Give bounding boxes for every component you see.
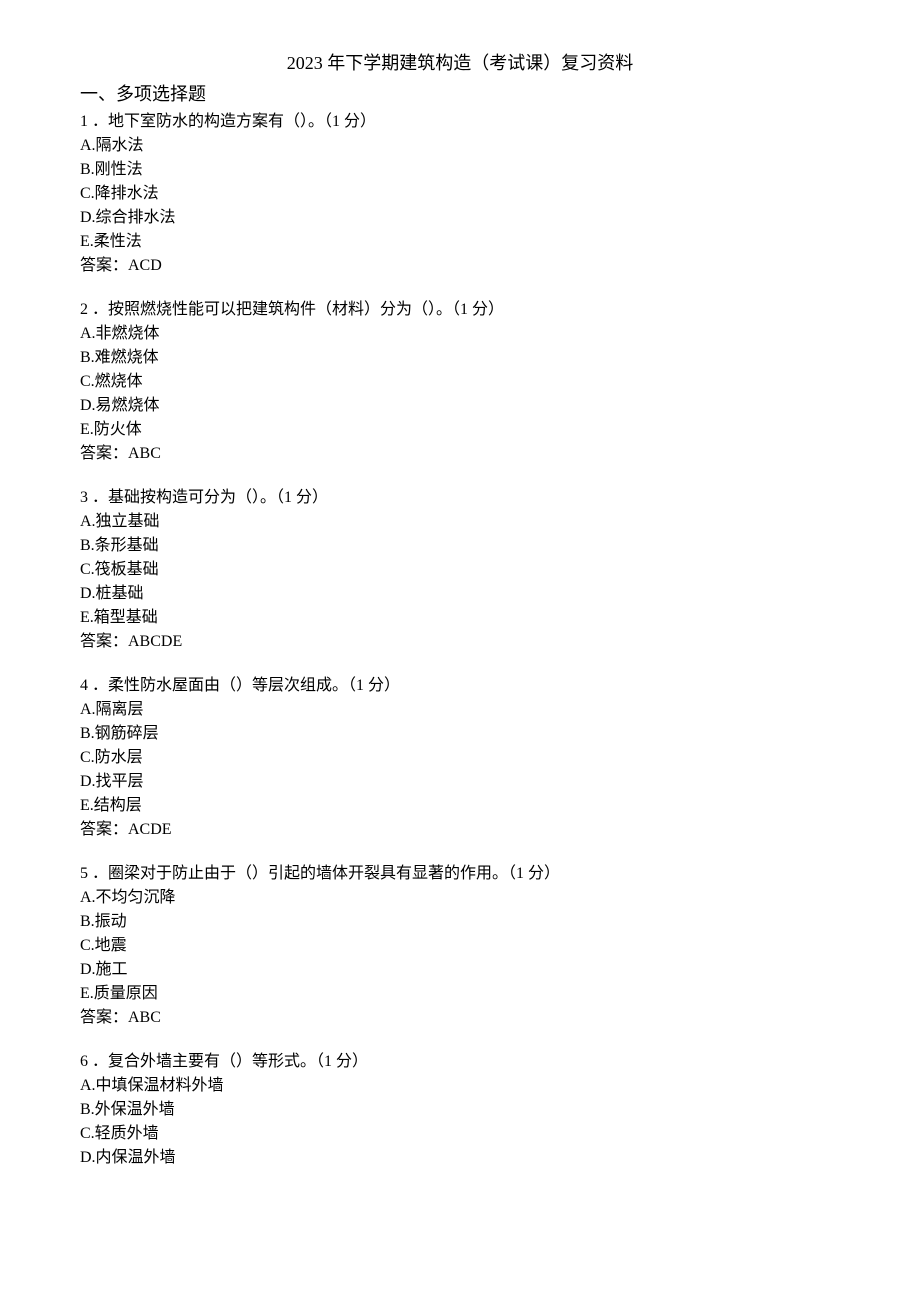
question-number: 6 <box>80 1053 92 1070</box>
question-text: 2．按照燃烧性能可以把建筑构件（材料）分为（）。（1 分） <box>80 298 840 322</box>
option-c: C.地震 <box>80 934 840 958</box>
question-number: 5 <box>80 865 92 882</box>
option-e: E.防火体 <box>80 418 840 442</box>
option-a: A.隔离层 <box>80 698 840 722</box>
option-b: B.难燃烧体 <box>80 346 840 370</box>
answer: 答案：ACD <box>80 254 840 278</box>
option-d: D.内保温外墙 <box>80 1146 840 1170</box>
question-number: 3 <box>80 489 92 506</box>
question-block: 2．按照燃烧性能可以把建筑构件（材料）分为（）。（1 分） A.非燃烧体 B.难… <box>80 298 840 466</box>
question-stem: ．圈梁对于防止由于（）引起的墙体开裂具有显著的作用。（1 分） <box>92 865 560 882</box>
question-text: 4．柔性防水屋面由（）等层次组成。（1 分） <box>80 674 840 698</box>
option-b: B.条形基础 <box>80 534 840 558</box>
option-b: B.钢筋碎层 <box>80 722 840 746</box>
option-e: E.质量原因 <box>80 982 840 1006</box>
option-b: B.刚性法 <box>80 158 840 182</box>
option-e: E.柔性法 <box>80 230 840 254</box>
question-block: 4．柔性防水屋面由（）等层次组成。（1 分） A.隔离层 B.钢筋碎层 C.防水… <box>80 674 840 842</box>
answer: 答案：ABC <box>80 442 840 466</box>
answer: 答案：ACDE <box>80 818 840 842</box>
option-a: A.非燃烧体 <box>80 322 840 346</box>
option-e: E.结构层 <box>80 794 840 818</box>
answer: 答案：ABCDE <box>80 630 840 654</box>
question-stem: ．复合外墙主要有（）等形式。（1 分） <box>92 1053 368 1070</box>
option-c: C.防水层 <box>80 746 840 770</box>
option-d: D.桩基础 <box>80 582 840 606</box>
question-number: 1 <box>80 113 92 130</box>
option-c: C.降排水法 <box>80 182 840 206</box>
question-text: 5．圈梁对于防止由于（）引起的墙体开裂具有显著的作用。（1 分） <box>80 862 840 886</box>
option-a: A.中填保温材料外墙 <box>80 1074 840 1098</box>
option-d: D.易燃烧体 <box>80 394 840 418</box>
document-title: 2023 年下学期建筑构造（考试课）复习资料 <box>80 50 840 77</box>
question-block: 3．基础按构造可分为（）。（1 分） A.独立基础 B.条形基础 C.筏板基础 … <box>80 486 840 654</box>
answer: 答案：ABC <box>80 1006 840 1030</box>
option-b: B.振动 <box>80 910 840 934</box>
question-text: 3．基础按构造可分为（）。（1 分） <box>80 486 840 510</box>
question-stem: ．按照燃烧性能可以把建筑构件（材料）分为（）。（1 分） <box>92 301 504 318</box>
option-b: B.外保温外墙 <box>80 1098 840 1122</box>
question-number: 4 <box>80 677 92 694</box>
question-text: 6．复合外墙主要有（）等形式。（1 分） <box>80 1050 840 1074</box>
question-number: 2 <box>80 301 92 318</box>
question-text: 1．地下室防水的构造方案有（）。（1 分） <box>80 110 840 134</box>
option-c: C.燃烧体 <box>80 370 840 394</box>
option-d: D.综合排水法 <box>80 206 840 230</box>
option-e: E.箱型基础 <box>80 606 840 630</box>
option-d: D.找平层 <box>80 770 840 794</box>
question-stem: ．柔性防水屋面由（）等层次组成。（1 分） <box>92 677 400 694</box>
question-stem: ．基础按构造可分为（）。（1 分） <box>92 489 328 506</box>
option-d: D.施工 <box>80 958 840 982</box>
option-a: A.不均匀沉降 <box>80 886 840 910</box>
option-a: A.隔水法 <box>80 134 840 158</box>
section-heading: 一、多项选择题 <box>80 81 840 108</box>
option-c: C.筏板基础 <box>80 558 840 582</box>
option-c: C.轻质外墙 <box>80 1122 840 1146</box>
question-block: 6．复合外墙主要有（）等形式。（1 分） A.中填保温材料外墙 B.外保温外墙 … <box>80 1050 840 1170</box>
option-a: A.独立基础 <box>80 510 840 534</box>
question-block: 1．地下室防水的构造方案有（）。（1 分） A.隔水法 B.刚性法 C.降排水法… <box>80 110 840 278</box>
question-stem: ．地下室防水的构造方案有（）。（1 分） <box>92 113 376 130</box>
question-block: 5．圈梁对于防止由于（）引起的墙体开裂具有显著的作用。（1 分） A.不均匀沉降… <box>80 862 840 1030</box>
